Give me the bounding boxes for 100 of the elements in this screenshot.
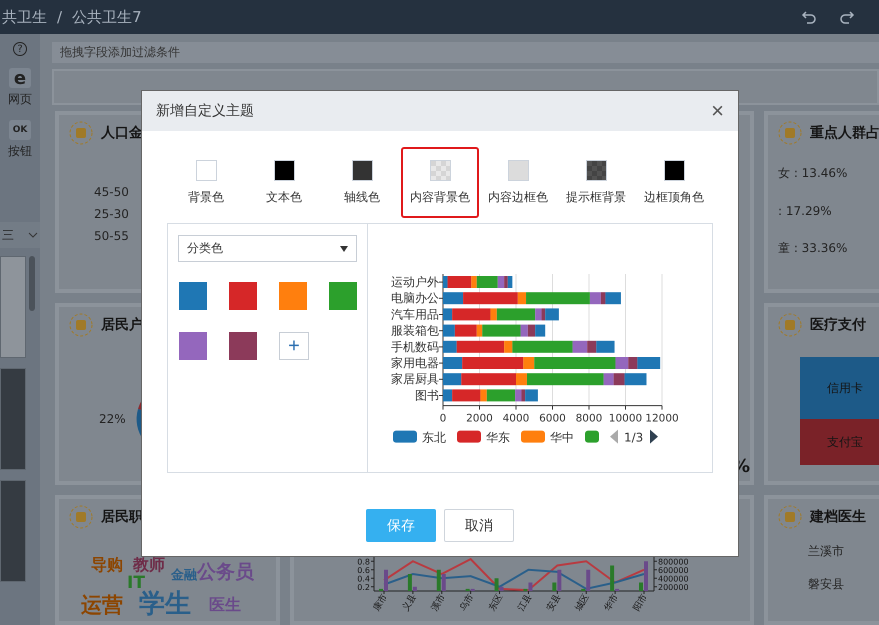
- breadcrumb-separator: /: [57, 8, 62, 26]
- add-color-button[interactable]: +: [279, 332, 309, 360]
- axis-label: 城区: [574, 592, 592, 614]
- card-icon: [778, 121, 802, 145]
- color-option[interactable]: 提示框背景: [557, 147, 635, 218]
- caret-icon: [340, 246, 348, 252]
- color-option[interactable]: 轴线色: [323, 147, 401, 218]
- card-title: 人口金: [101, 124, 143, 142]
- undo-icon[interactable]: [801, 9, 817, 25]
- tick-label: 0: [440, 412, 446, 425]
- color-option-label: 文本色: [266, 188, 302, 206]
- cloud-word: IT: [127, 575, 145, 592]
- card-title: 重点人群占: [810, 124, 879, 142]
- card-icon: [778, 313, 802, 337]
- axis-label: 手机数码: [391, 340, 439, 354]
- tool-label: 按钮: [8, 143, 32, 160]
- color-option-label: 背景色: [188, 188, 224, 206]
- color-option-label: 提示框背景: [566, 188, 626, 206]
- axis-label: 服装箱包: [391, 324, 439, 338]
- tick-label: 12000: [645, 412, 679, 425]
- tick-label: 10000: [608, 412, 642, 425]
- pie-label: 女 : 13.46%: [778, 165, 848, 182]
- axis-label: 江县: [516, 592, 534, 614]
- scrollbar-thumb[interactable]: [29, 256, 35, 311]
- pie-label: 22%: [99, 412, 126, 426]
- card-icon: [778, 505, 802, 529]
- tick-label: 600000: [658, 566, 689, 575]
- menu-icon[interactable]: 三: [2, 226, 14, 244]
- next-page-icon[interactable]: [650, 430, 658, 444]
- palette-swatch[interactable]: [229, 282, 257, 310]
- color-option[interactable]: 背景色: [167, 147, 245, 218]
- page-thumbnail[interactable]: [0, 256, 26, 358]
- legend-swatch: [585, 430, 599, 443]
- page-thumbnail[interactable]: [0, 368, 26, 470]
- tick-label: 0.2: [357, 582, 370, 592]
- color-option-label: 内容背景色: [410, 188, 470, 206]
- previous-page-icon[interactable]: [610, 430, 618, 444]
- axis-label: 安县: [545, 592, 563, 614]
- cloud-word: 金融: [171, 569, 197, 582]
- palette-swatch[interactable]: [179, 332, 207, 360]
- legend-label: 华中: [550, 430, 574, 445]
- close-button[interactable]: ×: [711, 100, 724, 122]
- color-option[interactable]: 边框顶角色: [635, 147, 713, 218]
- tool-label: 网页: [8, 91, 32, 108]
- pie-label: : 17.29%: [778, 204, 832, 218]
- redo-icon[interactable]: [839, 9, 855, 25]
- legend-label: 东北: [422, 430, 446, 445]
- card-icon: [69, 505, 93, 529]
- cancel-button[interactable]: 取消: [444, 509, 514, 542]
- pie-label: 童 : 33.36%: [778, 240, 848, 257]
- breadcrumb-current: 公共卫生7: [72, 8, 142, 26]
- palette-swatch[interactable]: [229, 332, 257, 360]
- tool-icon[interactable]: OK: [9, 120, 31, 140]
- page-thumbnail[interactable]: [0, 480, 26, 582]
- tool-icon[interactable]: e: [9, 68, 31, 88]
- breadcrumb-link[interactable]: 共卫生: [2, 8, 47, 26]
- axis-label: 25-30: [94, 207, 129, 221]
- tick-label: 400000: [658, 574, 689, 584]
- cloud-word: 公务员: [197, 563, 254, 582]
- color-option-label: 轴线色: [344, 188, 380, 206]
- dialog-title: 新增自定义主题: [156, 102, 254, 120]
- chevron-down-icon[interactable]: [28, 232, 38, 238]
- cloud-word: 医生: [209, 597, 241, 613]
- filter-drop-zone[interactable]: 拖拽字段添加过滤条件: [52, 42, 879, 63]
- legend-label: 华东: [486, 430, 510, 445]
- axis-label: 华市: [603, 592, 621, 614]
- axis-label: 家居厨具: [391, 372, 439, 386]
- treemap-block: 信用卡: [800, 357, 879, 419]
- palette-swatch[interactable]: [329, 282, 357, 310]
- tick-label: 0.4: [357, 574, 370, 584]
- cloud-word: 学生: [139, 591, 191, 617]
- legend-page: 1/3: [624, 430, 644, 445]
- color-option-label: 边框顶角色: [644, 188, 704, 206]
- axis-label: 图书: [415, 388, 439, 402]
- legend-swatch: [521, 430, 545, 443]
- axis-label: 家用电器: [391, 356, 439, 370]
- axis-label: 磐安县: [808, 576, 844, 593]
- color-option[interactable]: 文本色: [245, 147, 323, 218]
- tick-label: 8000: [576, 412, 602, 425]
- cloud-word: 教师: [133, 557, 165, 573]
- palette-swatch[interactable]: [279, 282, 307, 310]
- color-option[interactable]: 内容边框色: [479, 147, 557, 218]
- color-option[interactable]: 内容背景色: [401, 147, 479, 218]
- card-icon: [69, 121, 93, 145]
- axis-label: 东区: [488, 592, 506, 614]
- axis-label: 电脑办公: [391, 291, 439, 306]
- tick-label: 200000: [658, 582, 689, 592]
- tick-label: 4000: [502, 412, 530, 425]
- tick-label: 6000: [539, 412, 566, 425]
- axis-label: 康市: [372, 592, 390, 614]
- palette-select[interactable]: 分类色: [178, 235, 357, 262]
- tick-label: 2000: [466, 412, 493, 425]
- axis-label: 阳市: [632, 592, 650, 614]
- card-title: 建档医生: [810, 508, 866, 526]
- axis-label: 溪市: [430, 592, 448, 614]
- palette-swatch[interactable]: [179, 282, 207, 310]
- axis-label: 义县: [400, 592, 418, 614]
- card-icon: [69, 313, 93, 337]
- axis-label: 乌市: [458, 592, 476, 614]
- tick-label: 0.6: [357, 566, 370, 575]
